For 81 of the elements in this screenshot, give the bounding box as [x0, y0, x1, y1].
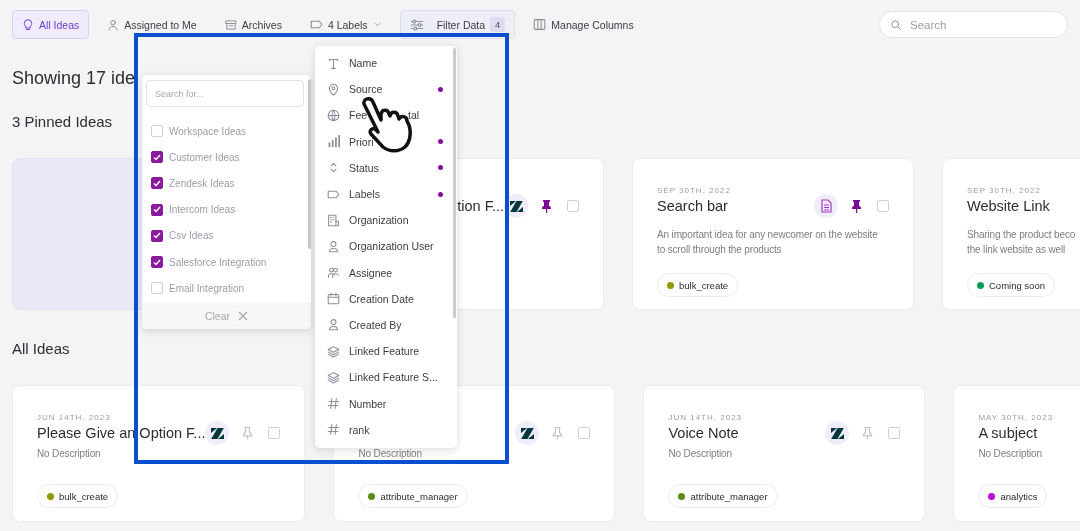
zendesk-logo-icon	[825, 421, 850, 445]
field-menu-item[interactable]: Organization	[327, 207, 457, 234]
building-icon	[327, 213, 340, 227]
card-date: SEP 30TH, 2022	[657, 185, 731, 197]
field-menu-item[interactable]: Assignee	[327, 259, 457, 286]
location-pin-icon	[327, 82, 340, 96]
filter-count-badge: 4	[490, 17, 506, 32]
zendesk-logo-icon	[515, 421, 540, 445]
card-title: tion F...	[457, 198, 504, 214]
zendesk-logo-icon	[205, 421, 230, 445]
hash-icon	[327, 397, 340, 411]
option-checkbox[interactable]	[151, 229, 163, 242]
card-checkbox[interactable]	[877, 200, 889, 212]
field-menu-item[interactable]: Fee tal	[327, 102, 457, 129]
close-icon	[238, 310, 249, 321]
document-icon	[814, 194, 838, 218]
lightbulb-icon	[22, 18, 34, 31]
idea-card[interactable]: JUN 14TH, 2023 Voice Note No Description attribute_manager	[643, 385, 926, 522]
option-checkbox[interactable]	[151, 256, 163, 269]
card-checkbox[interactable]	[268, 427, 281, 439]
search-field[interactable]: Search	[879, 11, 1068, 38]
card-date: JUN 14TH, 2023	[37, 412, 111, 424]
card-title: Voice Note	[668, 425, 739, 441]
idea-card[interactable]: SEP 30TH, 2022 Search bar An important idea for any newcomer on the website to scroll through the products bulk_create	[632, 158, 914, 310]
card-date: SEP 30TH, 2022	[967, 185, 1041, 197]
labels-dropdown[interactable]: 4 Labels	[299, 10, 392, 39]
field-menu-item[interactable]: Organization User	[327, 233, 457, 260]
field-menu-item[interactable]: Creation Date	[327, 285, 457, 312]
hash-icon	[327, 423, 340, 437]
card-description: No Description	[358, 448, 423, 460]
card-description: No Description	[668, 448, 733, 460]
card-title: Please Give an Option F...	[37, 425, 206, 441]
columns-icon	[533, 18, 547, 31]
globe-icon	[327, 108, 340, 122]
idea-card[interactable]: JUN 14TH, 2023 Please Give an Option F... No Description bulk_create	[12, 385, 306, 522]
card-description: No Description	[37, 448, 102, 460]
card-date: MAY 30TH, 2023	[978, 412, 1054, 424]
caret-icon	[372, 20, 382, 29]
pin-icon[interactable]	[540, 199, 553, 213]
card-description: No Description	[978, 448, 1043, 460]
card-date: JUN 14TH, 2023	[668, 412, 743, 424]
section-heading: 3 Pinned Ideas	[12, 112, 113, 132]
text-icon	[327, 56, 340, 70]
field-menu-item[interactable]: Name	[327, 50, 457, 77]
section-heading: All Ideas	[12, 339, 70, 359]
card-title: A subject	[978, 425, 1038, 441]
calendar-icon	[327, 292, 340, 306]
field-menu-item[interactable]: Created By	[327, 311, 457, 339]
idea-card[interactable]: MAY 30TH, 2023 A subject No Description analytics	[953, 385, 1080, 522]
card-checkbox[interactable]	[888, 427, 901, 439]
card-description: Sharing the product beco the link website as well	[967, 228, 1077, 257]
layers-icon	[327, 370, 340, 384]
card-title: Website Link	[967, 198, 1050, 214]
view-tab[interactable]: Assigned to Me	[97, 10, 207, 39]
card-checkbox[interactable]	[578, 427, 591, 439]
card-description: An important idea for any newcomer on the website to scroll through the products	[657, 228, 879, 257]
card-checkbox[interactable]	[567, 200, 579, 212]
field-menu-item[interactable]: Linked Feature	[327, 338, 457, 365]
manage-columns-button[interactable]: Manage Columns	[523, 10, 644, 39]
option-checkbox[interactable]	[151, 151, 163, 164]
sliders-icon	[409, 17, 424, 32]
card-title: Search bar	[657, 198, 728, 214]
ideas-count-heading: Showing 17 ide	[12, 67, 136, 89]
person-icon	[327, 239, 340, 253]
option-checkbox[interactable]	[151, 203, 163, 216]
field-menu-item[interactable]: Source	[327, 76, 457, 103]
archive-icon	[224, 18, 237, 31]
pin-icon[interactable]	[850, 199, 863, 213]
search-icon	[890, 19, 902, 31]
label-tag-icon	[309, 18, 323, 31]
field-menu-item[interactable]: Labels	[327, 180, 457, 208]
option-checkbox[interactable]	[151, 177, 163, 190]
view-tab[interactable]: Archives	[214, 10, 292, 39]
group-icon	[327, 266, 340, 280]
idea-card[interactable]: SEP 30TH, 2022 Website Link Sharing the product beco the link website as well Coming soon	[942, 158, 1080, 310]
person-icon	[107, 18, 120, 31]
view-tab[interactable]: All Ideas	[12, 10, 90, 39]
search-field[interactable]: Search for...	[146, 80, 304, 107]
layers-icon	[327, 344, 340, 358]
bar-chart-icon	[327, 135, 340, 149]
person-icon	[327, 318, 340, 332]
